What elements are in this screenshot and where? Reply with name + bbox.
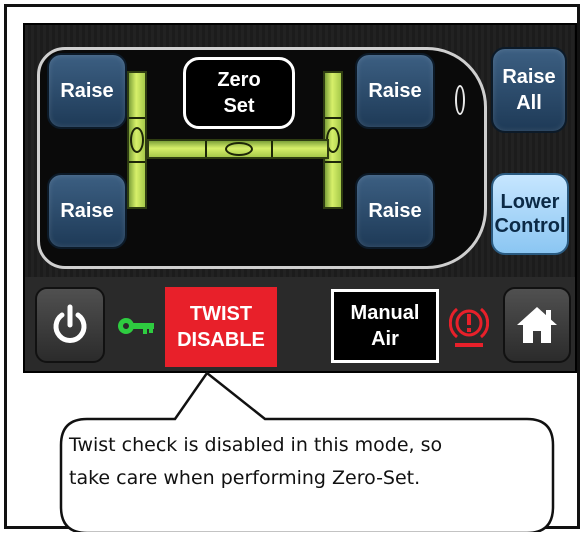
- callout-line1: Twist check is disabled in this mode, so: [69, 434, 443, 456]
- callout-text: Twist check is disabled in this mode, so…: [69, 429, 539, 495]
- callout-line2: take care when performing Zero-Set.: [69, 467, 421, 489]
- figure-frame: Raise Raise Raise Raise Zero Set Raise A…: [4, 4, 580, 532]
